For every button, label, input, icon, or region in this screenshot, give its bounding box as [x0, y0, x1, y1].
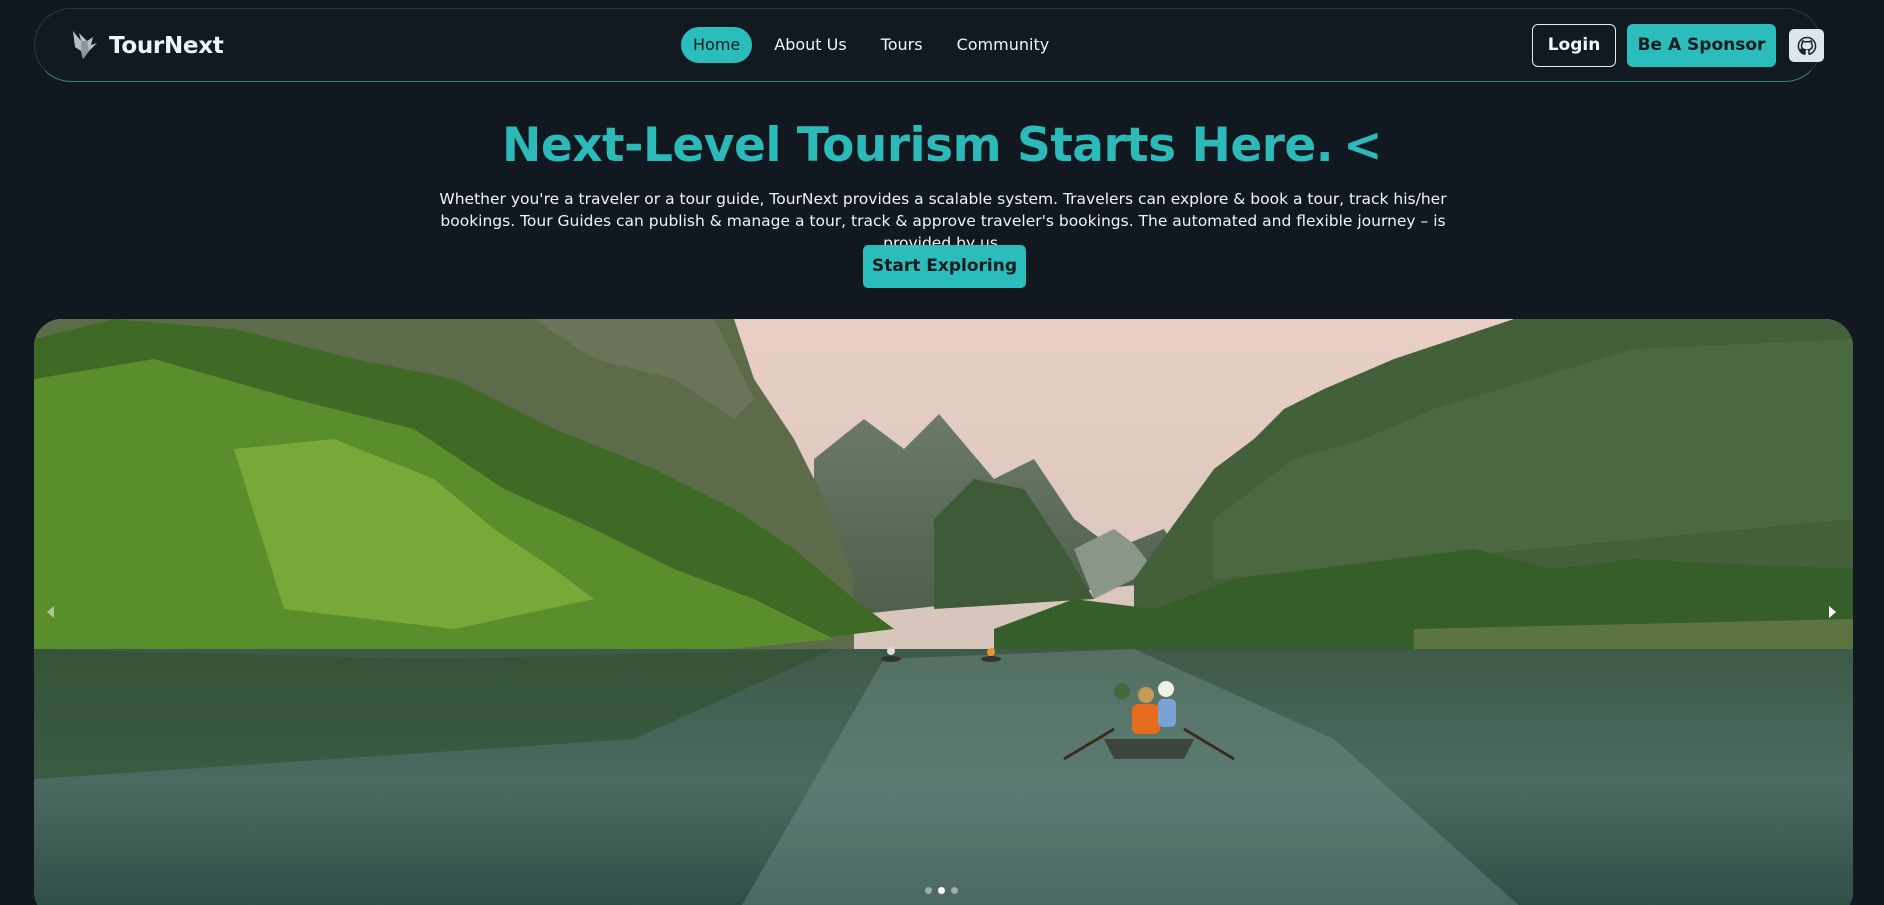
carousel-next-button[interactable] [1823, 599, 1843, 625]
nav-links: Home About Us Tours Community [681, 27, 1071, 63]
nav-link-tours[interactable]: Tours [869, 27, 935, 63]
chevron-left-icon [47, 606, 54, 618]
github-icon [1797, 36, 1816, 55]
carousel-dot[interactable] [951, 887, 958, 894]
carousel-dot[interactable] [925, 887, 932, 894]
hero-title-text: Next-Level Tourism Starts Here. [501, 118, 1334, 173]
carousel-slide-image [34, 319, 1853, 905]
brand-name: TourNext [109, 33, 224, 59]
brand[interactable]: TourNext [69, 29, 224, 63]
be-a-sponsor-button[interactable]: Be A Sponsor [1627, 24, 1776, 67]
carousel-dot[interactable] [938, 887, 945, 894]
login-button[interactable]: Login [1532, 24, 1616, 67]
typing-cursor: < [1343, 118, 1382, 173]
hero-title: Next-Level Tourism Starts Here. < [0, 118, 1884, 173]
nav-link-about-us[interactable]: About Us [762, 27, 858, 63]
bird-logo-icon [73, 31, 97, 59]
nav-link-home[interactable]: Home [681, 27, 753, 63]
carousel-dots [925, 887, 958, 894]
navbar: TourNext Home About Us Tours Community L… [34, 8, 1824, 82]
chevron-right-icon [1829, 606, 1836, 618]
github-button[interactable] [1789, 29, 1824, 62]
carousel-prev-button[interactable] [40, 599, 60, 625]
hero-carousel[interactable] [34, 319, 1853, 905]
nav-link-community[interactable]: Community [945, 27, 1062, 63]
start-exploring-button[interactable]: Start Exploring [863, 245, 1026, 288]
